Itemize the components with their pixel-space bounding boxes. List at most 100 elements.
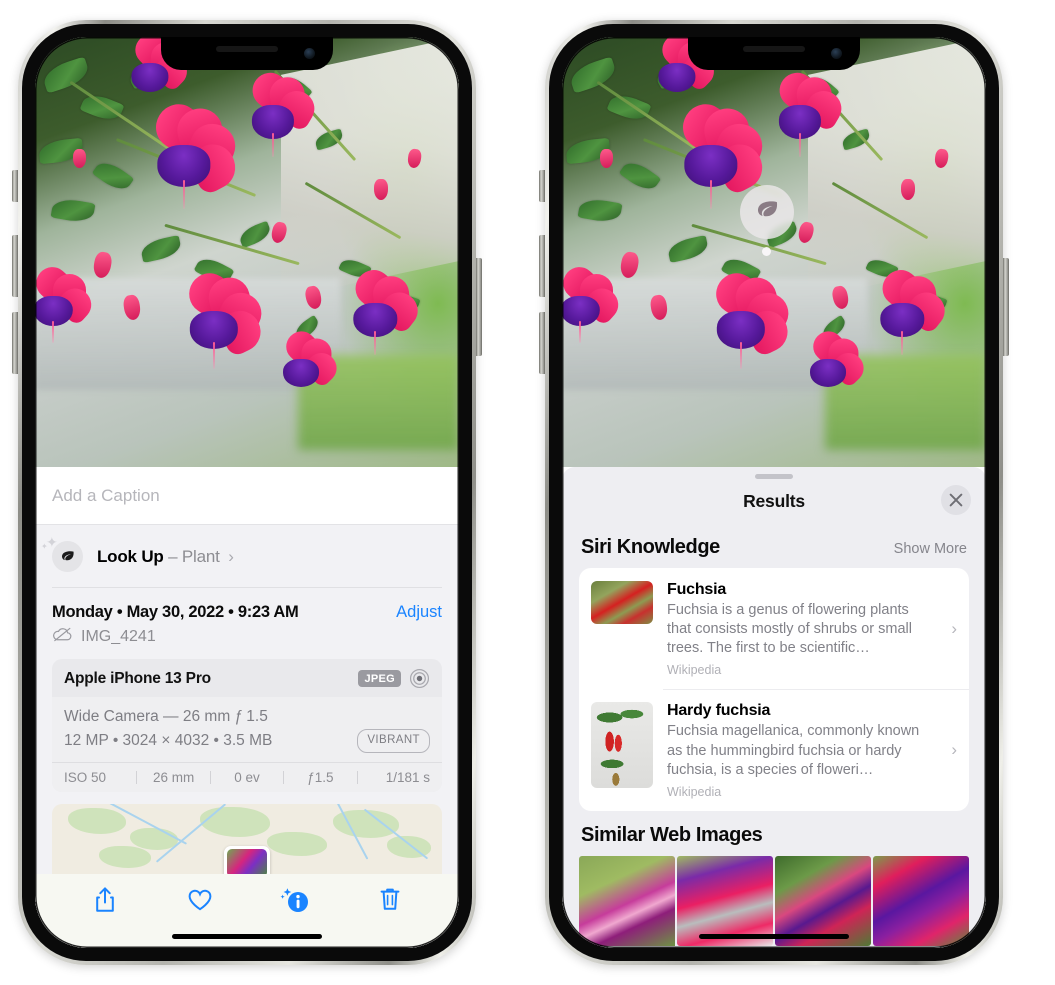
similar-web-image-4[interactable] [873, 855, 969, 946]
date-row: Monday • May 30, 2022 • 9:23 AM Adjust [35, 588, 459, 624]
exif-card[interactable]: Apple iPhone 13 Pro JPEG Wide Camera — 2… [52, 659, 442, 793]
format-badge: JPEG [358, 670, 401, 687]
stat-shutter: 1/181 s [385, 770, 431, 786]
trash-icon [379, 887, 401, 918]
photo-viewer-left[interactable] [35, 37, 459, 467]
similar-web-image-2[interactable] [677, 855, 773, 946]
chevron-right-icon: › [951, 740, 957, 760]
knowledge-item-source: Wikipedia [667, 784, 722, 799]
knowledge-item-description: Fuchsia is a genus of flowering plants t… [667, 602, 912, 657]
delete-button[interactable] [373, 885, 407, 919]
file-name: IMG_4241 [81, 628, 156, 645]
info-button[interactable] [278, 885, 312, 919]
knowledge-item-body: Fuchsia Fuchsia is a genus of flowering … [667, 581, 957, 677]
similar-web-image-1[interactable] [579, 855, 675, 946]
home-indicator[interactable] [172, 934, 322, 939]
lens-icon [409, 668, 430, 689]
knowledge-item-source: Wikipedia [667, 663, 722, 678]
photo-location-map[interactable] [52, 804, 442, 875]
notch-left [161, 37, 333, 70]
siri-knowledge-card: Fuchsia Fuchsia is a genus of flowering … [579, 568, 969, 811]
exif-header: Apple iPhone 13 Pro JPEG [52, 659, 442, 697]
look-up-badge: ✦ ✦ [41, 535, 83, 572]
knowledge-item-description: Fuchsia magellanica, commonly known as t… [667, 723, 920, 778]
stat-focal: 26 mm [152, 770, 195, 786]
specs-line: 12 MP • 3024 × 4032 • 3.5 MB [64, 732, 273, 750]
photo-info-sheet: Add a Caption ✦ ✦ Look Up – Plant › Mond… [35, 467, 459, 948]
knowledge-item-hardy-fuchsia[interactable]: Hardy fuchsia Fuchsia magellanica, commo… [579, 689, 969, 810]
share-icon [94, 886, 116, 919]
stat-ev: 0 ev [234, 770, 260, 786]
hardy-fuchsia-thumbnail [591, 702, 653, 789]
close-button[interactable] [941, 485, 971, 515]
chevron-right-icon: › [228, 546, 234, 566]
earpiece-speaker [743, 46, 805, 52]
results-sheet: Results Siri Knowledge Show More Fuchsia… [562, 467, 986, 948]
photo-date: Monday • May 30, 2022 • 9:23 AM [52, 603, 299, 621]
side-power-button[interactable] [1003, 258, 1009, 356]
phone-bezel-left: Add a Caption ✦ ✦ Look Up – Plant › Mond… [22, 24, 472, 961]
volume-up-button[interactable] [539, 235, 545, 297]
photo-location-pin[interactable] [224, 846, 270, 875]
visual-look-up-badge[interactable] [740, 185, 794, 239]
volume-down-button[interactable] [12, 312, 18, 374]
camera-device: Apple iPhone 13 Pro [64, 669, 211, 687]
look-up-label: Look Up – Plant › [97, 547, 234, 567]
photographic-style-badge: VIBRANT [357, 729, 430, 753]
similar-web-images-grid [562, 855, 986, 946]
photo-viewer-right[interactable] [562, 37, 986, 467]
side-power-button[interactable] [476, 258, 482, 356]
earpiece-speaker [216, 46, 278, 52]
front-camera-icon [831, 48, 842, 59]
mute-switch[interactable] [539, 170, 545, 202]
fuchsia-thumbnail [591, 581, 653, 624]
specs-row: 12 MP • 3024 × 4032 • 3.5 MB VIBRANT [64, 729, 430, 753]
exif-body: Wide Camera — 26 mm ƒ 1.5 12 MP • 3024 ×… [52, 697, 442, 763]
iphone-right: Results Siri Knowledge Show More Fuchsia… [539, 20, 1009, 965]
volume-up-button[interactable] [12, 235, 18, 297]
chevron-right-icon: › [951, 618, 957, 638]
exif-header-badges: JPEG [358, 668, 430, 689]
info-sparkle-icon [279, 886, 311, 919]
knowledge-item-body: Hardy fuchsia Fuchsia magellanica, commo… [667, 702, 957, 798]
favorite-button[interactable] [183, 885, 217, 919]
heart-icon [187, 888, 213, 917]
caption-input-row[interactable]: Add a Caption [35, 467, 459, 525]
notch-right [688, 37, 860, 70]
screenshot-stage: Add a Caption ✦ ✦ Look Up – Plant › Mond… [0, 0, 1055, 985]
stat-iso: ISO 50 [64, 770, 107, 786]
results-title: Results [743, 490, 805, 511]
section-title-similar-web-images: Similar Web Images [581, 823, 763, 846]
phone-bezel-right: Results Siri Knowledge Show More Fuchsia… [549, 24, 999, 961]
screen-left: Add a Caption ✦ ✦ Look Up – Plant › Mond… [35, 37, 459, 948]
leaf-icon [52, 541, 83, 572]
close-icon [949, 493, 963, 507]
look-up-title: Look Up [97, 546, 164, 566]
knowledge-item-title: Fuchsia [667, 581, 727, 598]
home-indicator[interactable] [699, 934, 849, 939]
section-title-siri-knowledge: Siri Knowledge [581, 536, 720, 558]
volume-down-button[interactable] [539, 312, 545, 374]
sparkle-icon-small: ✦ [41, 542, 48, 551]
file-row: IMG_4241 [35, 624, 459, 659]
icloud-slash-icon [52, 627, 73, 647]
front-camera-icon [304, 48, 315, 59]
adjust-button[interactable]: Adjust [396, 603, 442, 622]
caption-placeholder: Add a Caption [52, 485, 160, 505]
look-up-row[interactable]: ✦ ✦ Look Up – Plant › [35, 525, 459, 587]
share-button[interactable] [88, 885, 122, 919]
results-header: Results [562, 479, 986, 523]
show-more-button[interactable]: Show More [894, 541, 967, 557]
mute-switch[interactable] [12, 170, 18, 202]
stat-aperture: ƒ1.5 [307, 770, 334, 786]
exif-stats: ISO 50 26 mm 0 ev ƒ1.5 1/181 s [52, 762, 442, 793]
visual-look-up-anchor-dot [762, 247, 771, 256]
similar-web-images-header: Similar Web Images [562, 811, 986, 856]
knowledge-item-title: Hardy fuchsia [667, 702, 771, 720]
leaf-icon [753, 196, 781, 229]
similar-web-image-3[interactable] [775, 855, 871, 946]
siri-knowledge-header: Siri Knowledge Show More [562, 523, 986, 568]
knowledge-item-fuchsia[interactable]: Fuchsia Fuchsia is a genus of flowering … [579, 568, 969, 689]
look-up-separator: – [168, 546, 178, 566]
lens-line: Wide Camera — 26 mm ƒ 1.5 [64, 708, 268, 725]
